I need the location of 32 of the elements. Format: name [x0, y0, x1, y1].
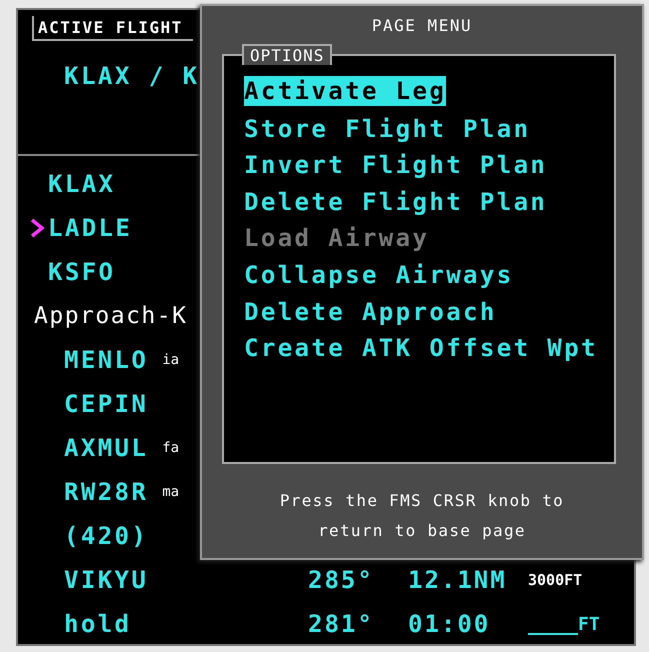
menu-option[interactable]: Activate Leg: [244, 76, 446, 106]
waypoint-name: hold: [64, 610, 132, 638]
menu-option[interactable]: Collapse Airways: [244, 258, 514, 296]
waypoint-name: RW28R: [64, 478, 148, 506]
waypoint-name: LADLE: [48, 214, 132, 242]
waypoint-name: MENLO: [64, 346, 148, 374]
distance-value: 12.1NM: [408, 566, 508, 594]
panel-title: ACTIVE FLIGHT: [32, 16, 193, 40]
waypoint-tag: ma: [162, 484, 180, 500]
menu-title: PAGE MENU: [370, 15, 474, 37]
waypoint-name: CEPIN: [64, 390, 148, 418]
menu-option[interactable]: Invert Flight Plan: [244, 149, 548, 186]
procedure-name: Approach-K: [34, 303, 188, 329]
waypoint-tag: fa: [162, 440, 180, 456]
menu-option[interactable]: Create ATK Offset Wpt: [244, 332, 598, 369]
course-value: 281°: [308, 610, 375, 638]
route-text: KLAX / K: [64, 62, 200, 90]
waypoint-tag: ia: [162, 352, 180, 368]
menu-option[interactable]: Delete Flight Plan: [244, 186, 548, 222]
waypoint-name: VIKYU: [64, 566, 148, 594]
menu-option[interactable]: Delete Approach: [244, 296, 497, 332]
menu-option[interactable]: Store Flight Plan: [244, 112, 530, 150]
waypoint-name: KSFO: [48, 258, 116, 286]
instruction-text: Press the FMS CRSR knob to return to base page: [278, 490, 566, 542]
altitude-value: 3000FT: [528, 571, 582, 589]
waypoint-name: (420): [64, 522, 148, 550]
course-value: 285°: [308, 566, 375, 594]
waypoint-name: KLAX: [48, 170, 116, 198]
waypoint-name: AXMUL: [64, 434, 148, 462]
options-label: OPTIONS: [242, 44, 332, 65]
altitude-entry-field[interactable]: FT: [528, 614, 600, 634]
distance-value: 01:00: [408, 610, 492, 638]
